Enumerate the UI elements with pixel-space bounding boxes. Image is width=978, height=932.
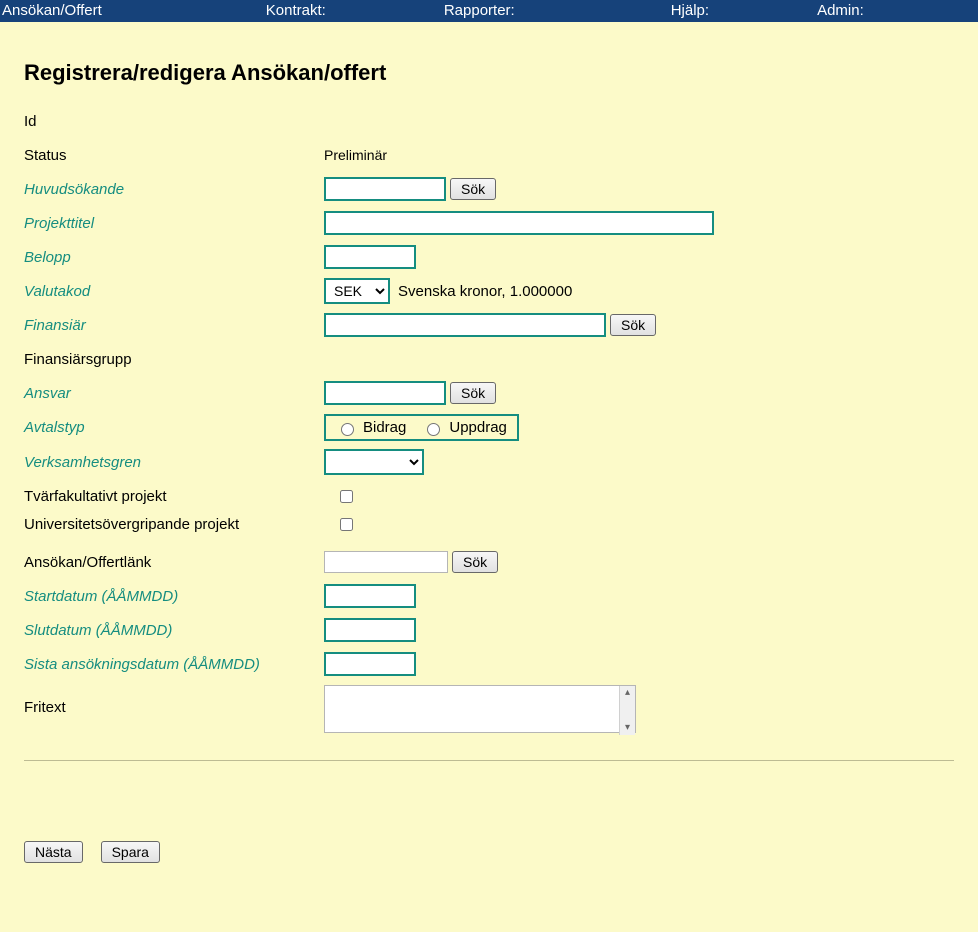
valutakod-select[interactable]: SEK bbox=[324, 278, 390, 304]
startdatum-input[interactable] bbox=[324, 584, 416, 608]
ansvar-sok-button[interactable]: Sök bbox=[450, 382, 496, 404]
nav-kontrakt[interactable]: Kontrakt: bbox=[258, 0, 334, 22]
avtalstyp-bidrag-option[interactable]: Bidrag bbox=[336, 419, 406, 436]
nasta-button[interactable]: Nästa bbox=[24, 841, 83, 863]
page-title: Registrera/redigera Ansökan/offert bbox=[24, 60, 954, 86]
avtalstyp-uppdrag-radio[interactable] bbox=[427, 423, 440, 436]
page-body: Registrera/redigera Ansökan/offert Id St… bbox=[0, 22, 978, 932]
nav-admin[interactable]: Admin: bbox=[809, 0, 872, 22]
label-huvudsokande[interactable]: Huvudsökande bbox=[24, 181, 324, 198]
ansvar-input[interactable] bbox=[324, 381, 446, 405]
nav-rapporter[interactable]: Rapporter: bbox=[436, 0, 523, 22]
label-ansvar[interactable]: Ansvar bbox=[24, 385, 324, 402]
label-sista-ansokningsdatum[interactable]: Sista ansökningsdatum (ÅÅMMDD) bbox=[24, 656, 324, 673]
label-id: Id bbox=[24, 113, 324, 130]
nav-ansokan-offert[interactable]: Ansökan/Offert bbox=[0, 0, 110, 22]
separator bbox=[24, 760, 954, 761]
status-value: Preliminär bbox=[324, 147, 387, 163]
sista-ansokningsdatum-input[interactable] bbox=[324, 652, 416, 676]
fritext-textarea[interactable] bbox=[324, 685, 636, 733]
top-nav: Ansökan/Offert Kontrakt: Rapporter: Hjäl… bbox=[0, 0, 978, 22]
label-finansiarsgrupp: Finansiärsgrupp bbox=[24, 351, 324, 368]
verksamhetsgren-select[interactable] bbox=[324, 449, 424, 475]
finansiar-sok-button[interactable]: Sök bbox=[610, 314, 656, 336]
label-status: Status bbox=[24, 147, 324, 164]
label-ansokan-offertlank: Ansökan/Offertlänk bbox=[24, 554, 324, 571]
avtalstyp-bidrag-radio[interactable] bbox=[341, 423, 354, 436]
projekttitel-input[interactable] bbox=[324, 211, 714, 235]
tvarfakultativt-checkbox[interactable] bbox=[340, 490, 353, 503]
ansokan-offertlank-input[interactable] bbox=[324, 551, 448, 573]
label-verksamhetsgren[interactable]: Verksamhetsgren bbox=[24, 454, 324, 471]
avtalstyp-group: Bidrag Uppdrag bbox=[324, 414, 519, 441]
label-startdatum[interactable]: Startdatum (ÅÅMMDD) bbox=[24, 588, 324, 605]
avtalstyp-bidrag-label: Bidrag bbox=[363, 419, 406, 436]
label-tvarfakultativt: Tvärfakultativt projekt bbox=[24, 488, 324, 505]
valutakod-note: Svenska kronor, 1.000000 bbox=[398, 283, 572, 300]
huvudsokande-sok-button[interactable]: Sök bbox=[450, 178, 496, 200]
slutdatum-input[interactable] bbox=[324, 618, 416, 642]
finansiar-input[interactable] bbox=[324, 313, 606, 337]
label-universitetsovergrip: Universitetsövergripande projekt bbox=[24, 516, 324, 533]
label-fritext: Fritext bbox=[24, 685, 324, 716]
nav-hjalp[interactable]: Hjälp: bbox=[663, 0, 717, 22]
label-avtalstyp[interactable]: Avtalstyp bbox=[24, 419, 324, 436]
label-slutdatum[interactable]: Slutdatum (ÅÅMMDD) bbox=[24, 622, 324, 639]
avtalstyp-uppdrag-option[interactable]: Uppdrag bbox=[422, 419, 507, 436]
universitetsovergrip-checkbox[interactable] bbox=[340, 518, 353, 531]
avtalstyp-uppdrag-label: Uppdrag bbox=[449, 419, 507, 436]
ansokan-offertlank-sok-button[interactable]: Sök bbox=[452, 551, 498, 573]
label-belopp[interactable]: Belopp bbox=[24, 249, 324, 266]
spara-button[interactable]: Spara bbox=[101, 841, 160, 863]
belopp-input[interactable] bbox=[324, 245, 416, 269]
label-projekttitel[interactable]: Projekttitel bbox=[24, 215, 324, 232]
action-bar: Nästa Spara bbox=[24, 841, 954, 863]
huvudsokande-input[interactable] bbox=[324, 177, 446, 201]
label-finansiar[interactable]: Finansiär bbox=[24, 317, 324, 334]
label-valutakod[interactable]: Valutakod bbox=[24, 283, 324, 300]
